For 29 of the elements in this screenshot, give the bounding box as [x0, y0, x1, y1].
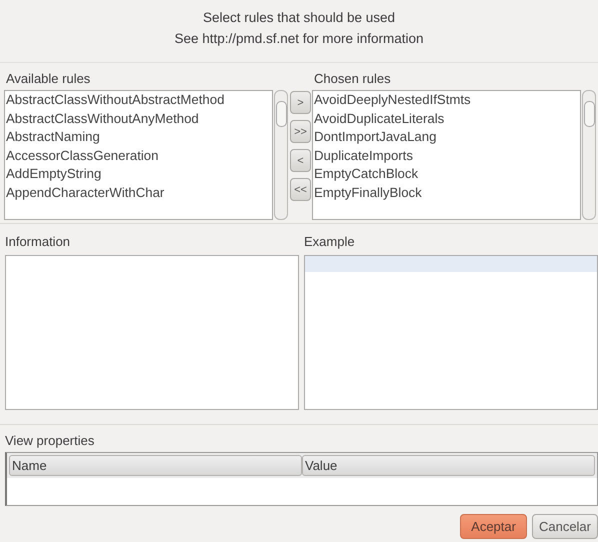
- scrollbar[interactable]: [582, 90, 596, 220]
- transfer-button[interactable]: >>: [290, 120, 311, 143]
- list-item[interactable]: EmptyCatchBlock: [313, 165, 580, 184]
- transfer-button[interactable]: >: [290, 91, 311, 114]
- list-item[interactable]: AvoidDeeplyNestedIfStmts: [313, 91, 580, 110]
- column-header[interactable]: Value: [302, 455, 595, 476]
- header-text: See http://pmd.sf.net for more information: [174, 31, 424, 46]
- list-item[interactable]: AccessorClassGeneration: [5, 146, 272, 165]
- list-label: Chosen rules: [313, 70, 392, 88]
- list-item[interactable]: DuplicateImports: [313, 146, 580, 165]
- section-label: Information: [5, 233, 72, 251]
- list-item[interactable]: AddEmptyString: [5, 165, 272, 184]
- accept-button[interactable]: Aceptar: [460, 514, 527, 539]
- list-label: Available rules: [5, 70, 92, 88]
- scrollbar[interactable]: [274, 90, 288, 220]
- list-item[interactable]: EmptyFinallyBlock: [313, 184, 580, 202]
- list-item[interactable]: AvoidDuplicateLiterals: [313, 110, 580, 128]
- cancel-button[interactable]: Cancelar: [532, 514, 598, 539]
- column-header[interactable]: Name: [9, 455, 302, 476]
- list-item[interactable]: AbstractNaming: [5, 128, 272, 146]
- list-item[interactable]: AbstractClassWithoutAbstractMethod: [5, 91, 272, 110]
- transfer-button[interactable]: <<: [290, 178, 311, 201]
- transfer-button[interactable]: <: [290, 149, 311, 172]
- header-text: Select rules that should be used: [202, 10, 396, 25]
- list-item[interactable]: DontImportJavaLang: [313, 128, 580, 146]
- list-item[interactable]: AbstractClassWithoutAnyMethod: [5, 110, 272, 128]
- section-label: Example: [304, 233, 356, 251]
- section-label: View properties: [5, 432, 96, 450]
- list-item[interactable]: AppendCharacterWithChar: [5, 184, 272, 202]
